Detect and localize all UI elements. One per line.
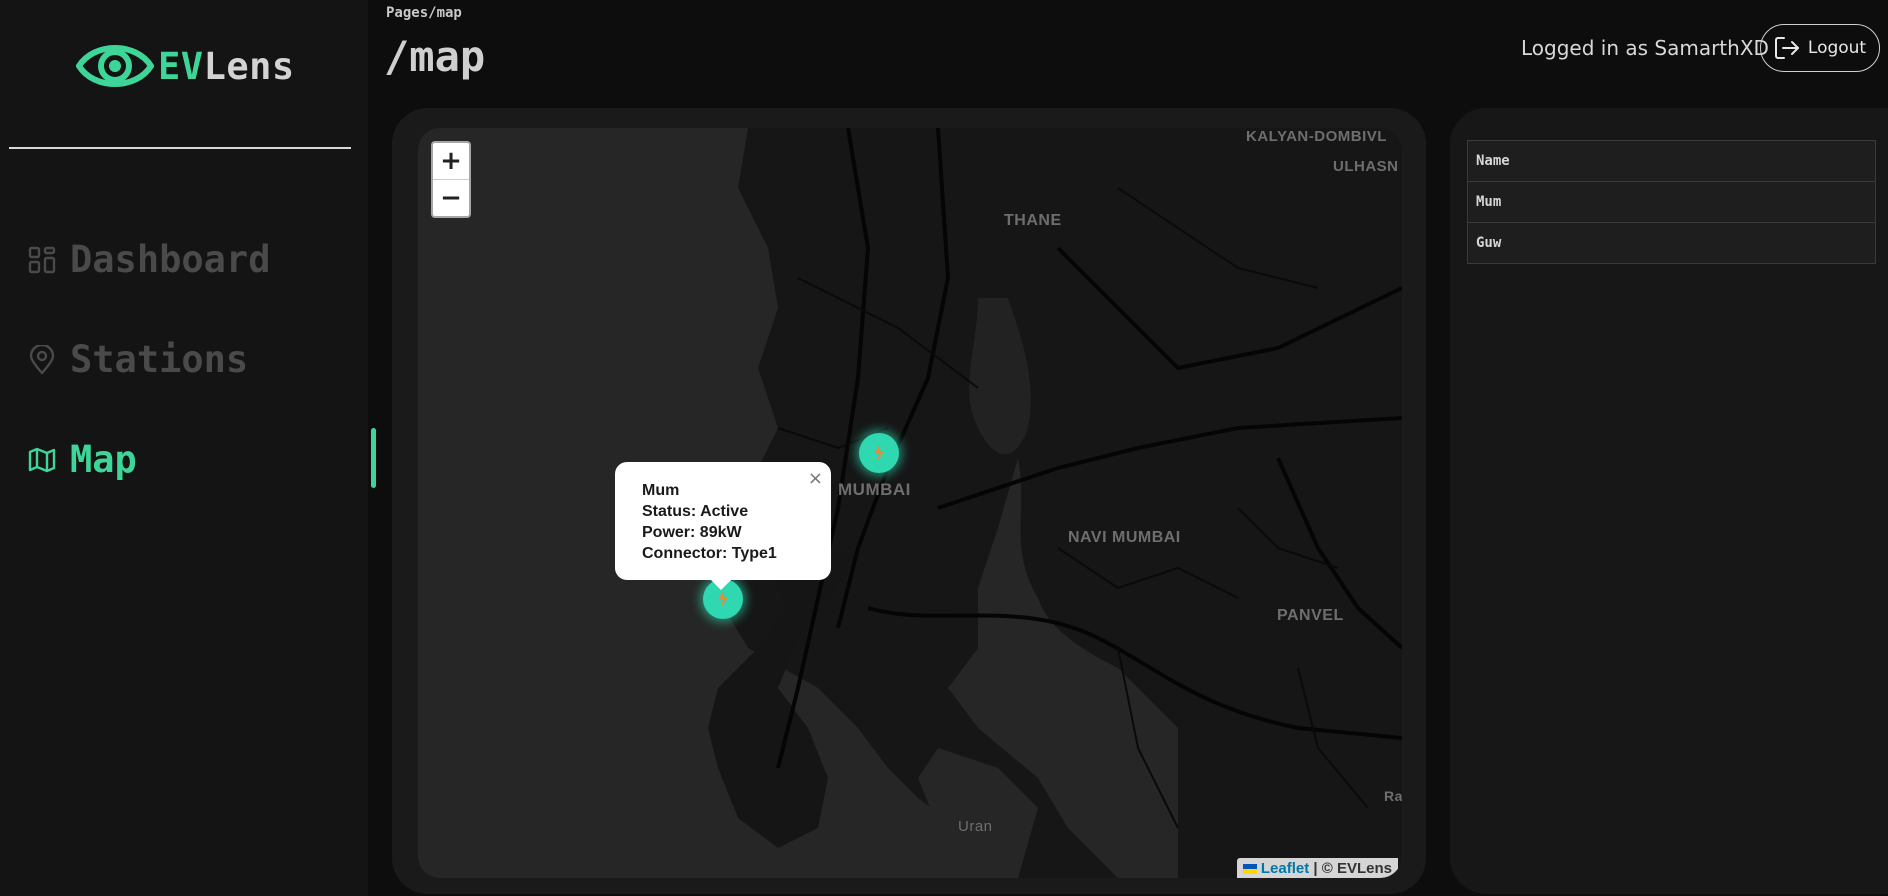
popup-tip: [709, 578, 733, 590]
map-label-thane: THANE: [1004, 212, 1062, 229]
popup-power: Power: 89kW: [642, 524, 742, 541]
sidebar-item-dashboard[interactable]: Dashboard: [28, 238, 270, 281]
map-pin-icon: [29, 344, 55, 375]
logout-button[interactable]: Logout: [1760, 24, 1880, 72]
table-header-name: Name: [1467, 140, 1876, 182]
table-header-row: Name: [1467, 140, 1876, 182]
map-label-ra: Ra: [1384, 788, 1402, 804]
table-row[interactable]: Guw: [1467, 222, 1876, 264]
map-label-ulhas: ULHASN: [1333, 158, 1399, 175]
sidebar-item-map[interactable]: Map: [28, 438, 137, 481]
lightning-bolt-icon: [874, 444, 884, 462]
sidebar-item-label: Dashboard: [70, 238, 271, 281]
station-popup: × Mum Status: Active Power: 89kW Connect…: [615, 462, 831, 580]
logout-icon: [1774, 37, 1799, 59]
popup-station-name: Mum: [642, 482, 680, 499]
logout-label: Logout: [1807, 38, 1867, 58]
ukraine-flag-icon: [1242, 863, 1257, 874]
stations-table: Name Mum Guw: [1467, 140, 1876, 264]
map-tiles: [708, 128, 1402, 878]
folded-map-icon: [28, 447, 56, 472]
breadcrumb: Pages/map: [386, 5, 462, 21]
table-cell-name[interactable]: Mum: [1467, 181, 1876, 223]
zoom-control: + −: [431, 141, 471, 218]
eye-logo-icon: [76, 45, 154, 87]
map-view[interactable]: KALYAN-DOMBIVL ULHASN THANE MUMBAI NAVI …: [418, 128, 1402, 878]
map-label-mumbai: MUMBAI: [838, 480, 911, 499]
map-label-panvel: PANVEL: [1277, 607, 1344, 624]
app-logo[interactable]: EVLens: [76, 38, 295, 94]
active-nav-indicator: [371, 428, 376, 488]
leaflet-link[interactable]: Leaflet: [1261, 860, 1309, 877]
logo-ev-text: EV: [158, 44, 204, 88]
page-title: /map: [384, 32, 486, 81]
map-label-navi-mumbai: NAVI MUMBAI: [1068, 529, 1181, 546]
popup-status: Status: Active: [642, 503, 749, 520]
login-status: Logged in as SamarthXD: [1521, 36, 1769, 60]
logo-lens-text: Lens: [203, 44, 295, 88]
sidebar-item-stations[interactable]: Stations: [28, 338, 248, 381]
station-marker-north[interactable]: [859, 433, 899, 473]
zoom-in-button[interactable]: +: [433, 143, 469, 179]
sidebar-item-label: Map: [70, 438, 137, 481]
lightning-bolt-icon: [718, 590, 728, 608]
popup-close-button[interactable]: ×: [808, 468, 823, 489]
dashboard-grid-icon: [28, 246, 56, 273]
zoom-out-button[interactable]: −: [433, 179, 469, 215]
sidebar-item-label: Stations: [70, 338, 249, 381]
popup-connector: Connector: Type1: [642, 545, 777, 562]
map-label-kalyan: KALYAN-DOMBIVL: [1246, 128, 1387, 145]
map-attribution: Leaflet | © EVLens: [1236, 858, 1398, 878]
table-cell-name[interactable]: Guw: [1467, 222, 1876, 264]
sidebar-divider: [9, 147, 351, 149]
table-row[interactable]: Mum: [1467, 181, 1876, 223]
attribution-text: | © EVLens: [1313, 860, 1392, 877]
map-label-uran: Uran: [958, 818, 993, 835]
sidebar: EVLens Dashboard Stations Map: [0, 0, 368, 896]
